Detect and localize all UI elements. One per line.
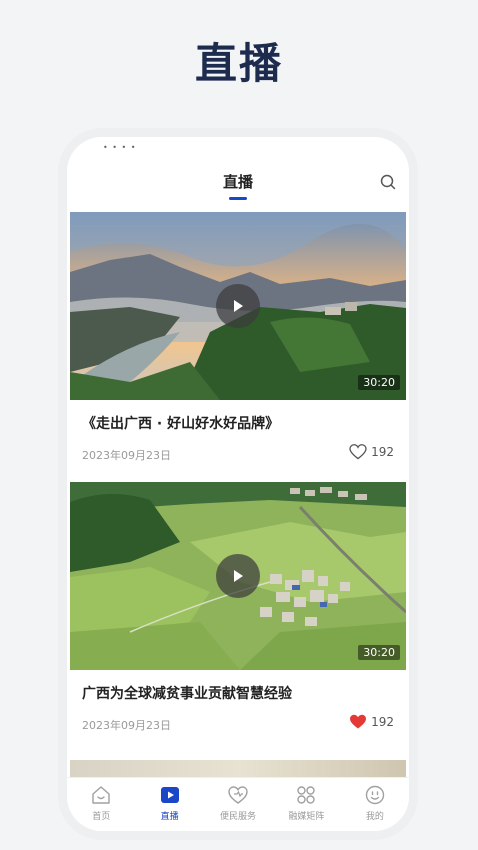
play-icon xyxy=(234,300,243,312)
title-active-indicator xyxy=(229,197,247,200)
like-button[interactable]: 192 xyxy=(349,444,394,460)
video-card[interactable]: 30:20 广西为全球减贫事业贡献智慧经验 2023年09月23日 192 xyxy=(70,482,406,740)
status-bar-dots: • • • • xyxy=(103,143,137,152)
profile-icon xyxy=(365,785,385,805)
app-screen: • • • • 直播 30:20 《走出广西 · 好山好水好品牌》 2023年0… xyxy=(67,137,409,831)
video-date: 2023年09月23日 xyxy=(82,449,171,462)
live-play-icon xyxy=(160,787,179,803)
video-card[interactable]: 30:20 《走出广西 · 好山好水好品牌》 2023年09月23日 192 xyxy=(70,212,406,470)
tab-media-matrix[interactable]: 融媒矩阵 xyxy=(272,778,340,831)
tab-profile[interactable]: 我的 xyxy=(341,778,409,831)
heart-filled-icon xyxy=(350,714,367,729)
search-icon[interactable] xyxy=(379,173,397,191)
video-duration: 30:20 xyxy=(358,645,400,660)
video-thumbnail[interactable]: 30:20 xyxy=(70,212,406,400)
home-icon xyxy=(92,786,110,804)
tab-live[interactable]: 直播 xyxy=(135,778,203,831)
tab-services[interactable]: 便民服务 xyxy=(204,778,272,831)
play-icon xyxy=(234,570,243,582)
video-meta: 2023年09月23日 192 xyxy=(70,704,406,740)
tab-label: 便民服务 xyxy=(220,812,257,822)
matrix-icon xyxy=(297,786,316,804)
tab-label: 我的 xyxy=(365,812,384,822)
tab-label: 首页 xyxy=(92,812,111,822)
top-bar: 直播 xyxy=(67,159,409,203)
video-date: 2023年09月23日 xyxy=(82,719,171,732)
video-feed: 30:20 《走出广西 · 好山好水好品牌》 2023年09月23日 192 3… xyxy=(70,212,406,740)
like-count: 192 xyxy=(371,715,394,729)
like-count: 192 xyxy=(371,445,394,459)
play-button[interactable] xyxy=(216,284,260,328)
like-button[interactable]: 192 xyxy=(349,714,394,730)
bottom-tab-bar: 首页 直播 便民服务 融媒矩阵 我的 xyxy=(67,777,409,831)
video-meta: 2023年09月23日 192 xyxy=(70,434,406,470)
video-thumbnail[interactable]: 30:20 xyxy=(70,482,406,670)
video-duration: 30:20 xyxy=(358,375,400,390)
phone-frame: • • • • 直播 30:20 《走出广西 · 好山好水好品牌》 2023年0… xyxy=(58,128,418,840)
service-heart-icon xyxy=(228,786,248,804)
play-button[interactable] xyxy=(216,554,260,598)
tab-label: 直播 xyxy=(160,812,179,822)
tab-home[interactable]: 首页 xyxy=(67,778,135,831)
tab-label: 融媒矩阵 xyxy=(288,812,325,822)
video-title[interactable]: 广西为全球减贫事业贡献智慧经验 xyxy=(70,670,406,704)
video-title[interactable]: 《走出广西 · 好山好水好品牌》 xyxy=(70,400,406,434)
heart-outline-icon xyxy=(349,444,367,460)
page-title: 直播 xyxy=(222,173,253,191)
promo-title: 直播 xyxy=(194,39,283,88)
